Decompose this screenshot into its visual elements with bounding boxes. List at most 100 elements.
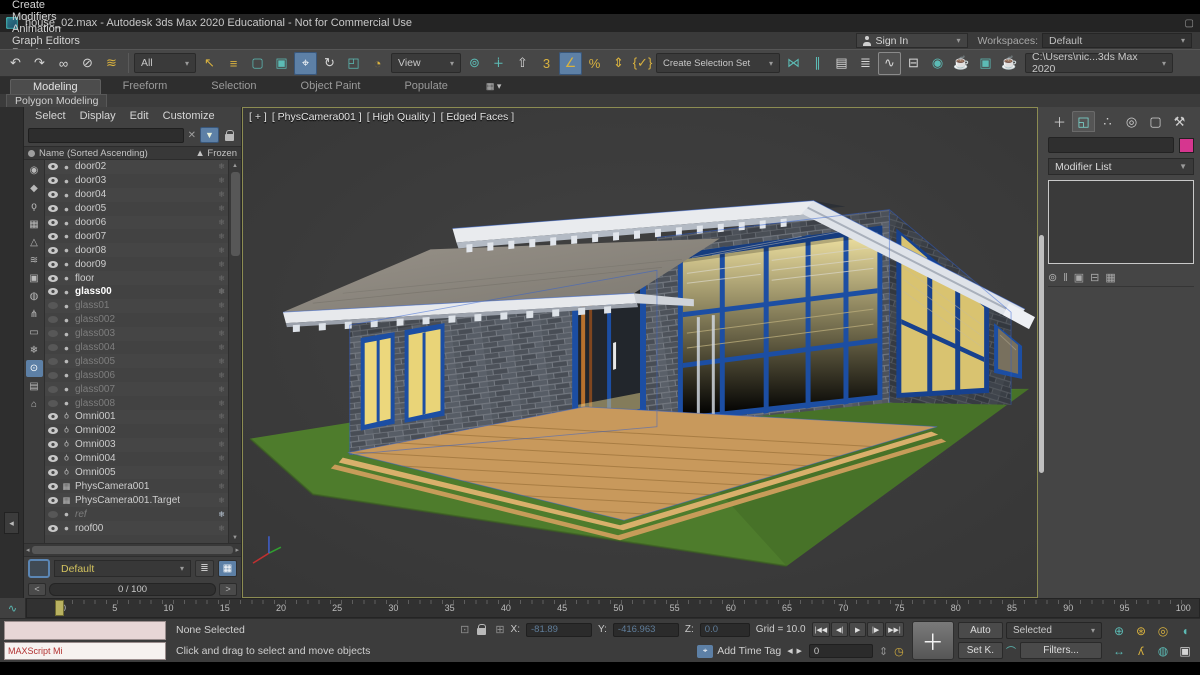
visibility-eye-icon[interactable]	[48, 177, 58, 184]
window-crossing-icon[interactable]: ▣	[270, 52, 293, 75]
reference-coordinate-combo[interactable]: View▾	[391, 53, 461, 73]
explorer-menu-item[interactable]: Display	[73, 110, 123, 122]
frozen-icon[interactable]	[218, 162, 225, 171]
ribbon-tab[interactable]: Modeling	[10, 79, 101, 94]
list-item[interactable]: ▦ PhysCamera001.Target	[45, 493, 228, 507]
filter-bones-icon[interactable]: ⋔	[26, 306, 43, 323]
key-mode-toggle-icon[interactable]: ◀ ▶	[787, 647, 803, 655]
visibility-eye-icon[interactable]	[48, 483, 58, 490]
key-filter-select[interactable]: Selected▾	[1006, 622, 1102, 639]
go-to-end-button[interactable]: ▶▶|	[885, 622, 904, 637]
window-controls-icon[interactable]: ▢	[1185, 18, 1194, 29]
frozen-icon[interactable]	[218, 315, 225, 324]
visibility-eye-icon[interactable]	[48, 330, 58, 337]
visibility-eye-icon[interactable]	[48, 275, 58, 282]
mini-curve-editor-icon[interactable]: ∿	[0, 598, 26, 618]
render-setup-icon[interactable]: ☕	[950, 52, 973, 75]
visibility-eye-icon[interactable]	[48, 316, 58, 323]
render-production-icon[interactable]: ☕	[998, 52, 1021, 75]
menu-item[interactable]: Animation	[4, 23, 88, 35]
select-and-rotate-icon[interactable]: ↻	[318, 52, 341, 75]
scrollbar-thumb[interactable]	[32, 546, 234, 554]
visibility-eye-icon[interactable]	[48, 413, 58, 420]
maxscript-listener-field[interactable]: MAXScript Mi	[4, 642, 166, 661]
modifier-stack[interactable]	[1048, 180, 1194, 264]
selection-filter-combo[interactable]: All▾	[134, 53, 196, 73]
set-keys-button[interactable]: ＋	[912, 621, 954, 660]
frozen-icon[interactable]	[218, 329, 225, 338]
list-item[interactable]: ● door05	[45, 202, 228, 216]
pin-stack-icon[interactable]: ⊚	[1048, 271, 1057, 284]
snaps-toggle-3d-icon[interactable]: 3	[535, 52, 558, 75]
list-item[interactable]: ● glass00	[45, 285, 228, 299]
visibility-eye-icon[interactable]	[48, 386, 58, 393]
filter-icon[interactable]: ▼	[200, 127, 219, 143]
toggle-scene-explorer-icon[interactable]: ▤	[830, 52, 853, 75]
list-item[interactable]: ● floor	[45, 271, 228, 285]
workspace-select[interactable]: Default ▾	[1042, 33, 1192, 48]
x-coordinate-field[interactable]: -81.89	[526, 623, 592, 637]
list-item[interactable]: ● door03	[45, 174, 228, 188]
time-slider-handle[interactable]	[55, 600, 64, 616]
frozen-icon[interactable]	[218, 176, 225, 185]
walk-through-icon[interactable]: ʎ	[1130, 641, 1152, 661]
spinner-icon[interactable]: ⇕	[879, 645, 888, 658]
bind-to-space-warp-icon[interactable]: ≋	[100, 52, 123, 75]
scrollbar-thumb[interactable]	[231, 172, 240, 256]
angle-snap-icon[interactable]: ∠	[559, 52, 582, 75]
visibility-eye-icon[interactable]	[48, 302, 58, 309]
filter-cameras-icon[interactable]: ▦	[26, 216, 43, 233]
visibility-eye-icon[interactable]	[48, 497, 58, 504]
filter-shapes-icon[interactable]: ◆	[26, 180, 43, 197]
display-mode-select[interactable]: Default ▾	[54, 560, 191, 577]
menu-item[interactable]: Create	[4, 0, 88, 11]
filter-materials-icon[interactable]: ▤	[26, 378, 43, 395]
explorer-menu-item[interactable]: Customize	[156, 110, 222, 122]
frozen-icon[interactable]	[218, 496, 225, 505]
maximize-viewport-icon[interactable]: ▣	[1174, 641, 1196, 661]
go-to-start-button[interactable]: |◀◀	[812, 622, 831, 637]
orbit-icon[interactable]: ◍	[1152, 641, 1174, 661]
filter-hidden-icon[interactable]: ⊙	[26, 360, 43, 377]
viewport-menu-camera[interactable]: [ PhysCamera001 ]	[272, 111, 362, 123]
list-item[interactable]: ● glass005	[45, 354, 228, 368]
frozen-icon[interactable]	[218, 246, 225, 255]
frozen-icon[interactable]	[218, 371, 225, 380]
filter-frozen-icon[interactable]: ❄	[26, 342, 43, 359]
current-frame-field[interactable]: 0	[809, 644, 873, 658]
list-item[interactable]: ● ref	[45, 507, 228, 521]
list-item[interactable]: ϙ Omni004	[45, 452, 228, 466]
schematic-view-icon[interactable]: ⊟	[902, 52, 925, 75]
list-item[interactable]: ● door06	[45, 216, 228, 230]
visibility-eye-icon[interactable]	[48, 261, 58, 268]
visibility-eye-icon[interactable]	[48, 191, 58, 198]
frozen-column-header[interactable]: ▲ Frozen	[195, 148, 237, 159]
play-button[interactable]: ▶	[849, 622, 866, 637]
scroll-down-icon[interactable]: ▼	[232, 532, 238, 543]
lock-icon[interactable]	[225, 134, 234, 141]
menu-item[interactable]: Modifiers	[4, 11, 88, 23]
ribbon-tab[interactable]: Selection	[189, 79, 278, 94]
scroll-up-icon[interactable]: ▲	[232, 160, 238, 171]
set-key-button[interactable]: Set K.	[958, 642, 1003, 659]
visibility-eye-icon[interactable]	[48, 455, 58, 462]
unlink-selection-icon[interactable]: ⊘	[76, 52, 99, 75]
visibility-eye-icon[interactable]	[48, 233, 58, 240]
time-ruler[interactable]: 0510152025303540455055606570758085909510…	[26, 598, 1200, 618]
ribbon-tab[interactable]: Populate	[382, 79, 469, 94]
frozen-icon[interactable]	[218, 301, 225, 310]
add-time-tag[interactable]: ⌖ Add Time Tag	[697, 645, 781, 658]
next-frame-button[interactable]: |▶	[867, 622, 884, 637]
project-folder-combo[interactable]: C:\Users\nic...3ds Max 2020▾	[1025, 53, 1173, 73]
clear-search-icon[interactable]: ✕	[188, 130, 196, 141]
list-item[interactable]: ϙ Omni002	[45, 424, 228, 438]
viewport-menu-general[interactable]: [ + ]	[249, 111, 267, 123]
make-unique-icon[interactable]: ▣	[1074, 271, 1084, 284]
list-item[interactable]: ● glass004	[45, 341, 228, 355]
list-item[interactable]: ● door02	[45, 160, 228, 174]
filter-xrefs-icon[interactable]: ◍	[26, 288, 43, 305]
frozen-icon[interactable]	[218, 204, 225, 213]
list-item[interactable]: ▦ PhysCamera001	[45, 479, 228, 493]
horizontal-scrollbar[interactable]: ◂ ▸	[24, 543, 241, 556]
z-coordinate-field[interactable]: 0.0	[700, 623, 750, 637]
